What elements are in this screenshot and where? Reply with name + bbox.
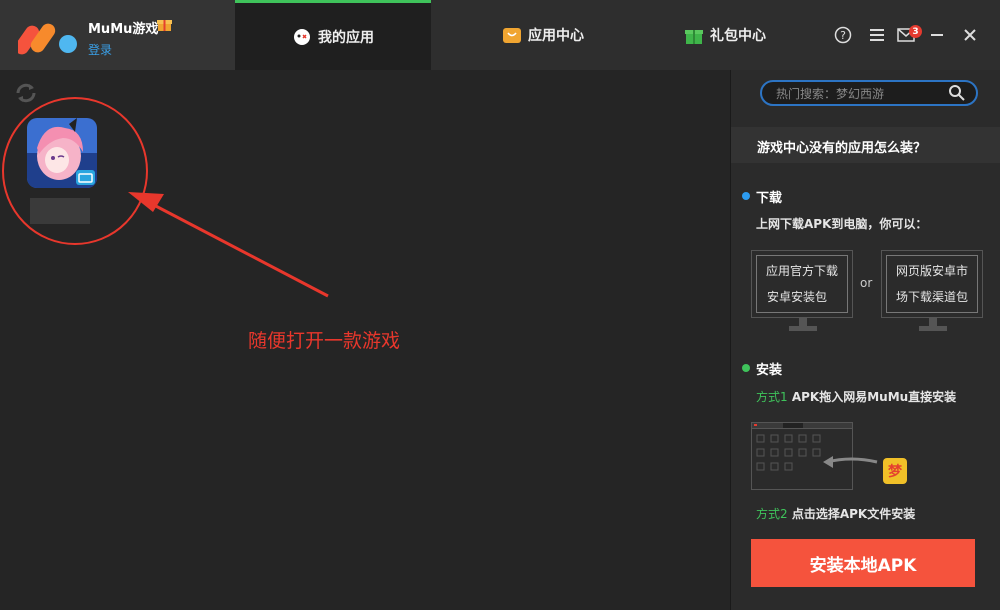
search-box[interactable] (760, 80, 978, 106)
search-input[interactable] (774, 84, 948, 104)
faq-title: 游戏中心没有的应用怎么装？ (757, 141, 927, 156)
gift-icon[interactable] (157, 17, 172, 32)
brand-area: MuMu游戏 登录 (0, 0, 235, 70)
gift-icon (685, 30, 703, 44)
install-local-apk-button[interactable]: 安装本地APK (751, 539, 975, 587)
help-button[interactable]: ? (832, 24, 854, 46)
or-label: or (860, 276, 873, 290)
option2-line2: 场下载渠道包 (895, 290, 968, 304)
download-desc: 上网下载APK到电脑，你可以： (756, 217, 928, 231)
minimize-button[interactable] (926, 24, 948, 46)
tab-app-center[interactable]: 应用中心 (431, 0, 655, 70)
search-icon[interactable] (948, 84, 966, 102)
game-icon (27, 118, 97, 188)
drag-install-illustration: 梦 (751, 422, 907, 490)
option2-line1: 网页版安卓市 (895, 264, 968, 278)
notification-badge: 3 (909, 25, 922, 38)
tab-label: 礼包中心 (710, 28, 766, 44)
app-icon-game[interactable] (27, 118, 97, 188)
refresh-icon[interactable] (12, 79, 40, 107)
svg-text:梦: 梦 (888, 463, 903, 480)
svg-text:?: ? (840, 29, 846, 42)
method2-text: 点击选择APK文件安装 (791, 507, 916, 521)
monitor-stand-icon (789, 318, 817, 331)
tab-label: 应用中心 (528, 28, 584, 44)
app-name: MuMu游戏 (88, 22, 159, 37)
method1-label: 方式1 (756, 390, 788, 404)
mumu-logo (18, 23, 77, 55)
app-name-label[interactable] (30, 198, 90, 224)
install-title: 安装 (756, 363, 783, 378)
method1-text: APK拖入网易MuMu直接安装 (791, 390, 957, 404)
app-store-icon (503, 28, 521, 43)
annotation-text: 随便打开一款游戏 (248, 330, 401, 352)
download-dot (742, 192, 750, 200)
method2-label: 方式2 (756, 507, 788, 521)
install-method2: 方式2 点击选择APK文件安装 (756, 505, 915, 522)
download-title: 下载 (756, 191, 783, 206)
close-icon (964, 29, 976, 41)
menu-icon (870, 29, 884, 41)
minimize-icon (931, 34, 943, 36)
my-apps-icon (294, 28, 310, 45)
tab-gift-center[interactable]: 礼包中心 (655, 0, 795, 70)
close-button[interactable] (959, 24, 981, 46)
menu-button[interactable] (866, 24, 888, 46)
monitor-stand-icon (919, 318, 947, 331)
login-link[interactable]: 登录 (88, 41, 112, 58)
install-dot (742, 364, 750, 372)
tab-label: 我的应用 (318, 29, 374, 46)
install-method1: 方式1 APK拖入网易MuMu直接安装 (756, 388, 956, 405)
tab-my-apps[interactable]: 我的应用 (235, 0, 431, 70)
help-icon: ? (834, 26, 852, 44)
option1-line1: 应用官方下载 (765, 264, 838, 278)
option1-line2: 安卓安装包 (766, 290, 827, 304)
